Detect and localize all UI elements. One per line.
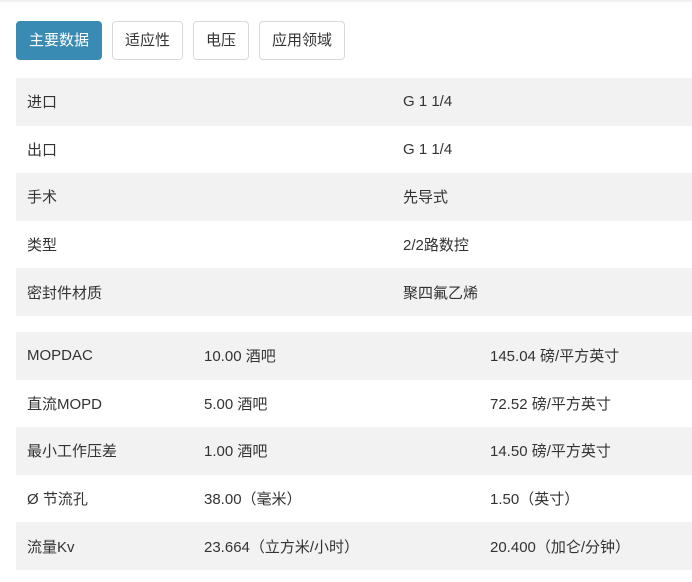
row-label: 进口: [16, 78, 392, 126]
spec-metric-value: 10.00 酒吧: [193, 332, 479, 380]
spec-imperial-value: 1.50（英寸）: [479, 474, 692, 523]
table-row: 最小工作压差 1.00 酒吧 14.50 磅/平方英寸: [16, 427, 692, 475]
row-label: 密封件材质: [16, 268, 392, 316]
tab-applications[interactable]: 应用领域: [259, 21, 346, 60]
spec-label: 流量Kv: [16, 522, 193, 570]
table-row: MOPDAC 10.00 酒吧 145.04 磅/平方英寸: [16, 332, 692, 380]
top-shadow: [0, 0, 692, 3]
spec-metric-value: 23.664（立方米/小时）: [193, 522, 479, 570]
row-value: G 1 1/4: [392, 125, 692, 174]
spec-imperial-value: 20.400（加仑/分钟）: [479, 522, 692, 570]
spec-label: Ø 节流孔: [16, 474, 193, 523]
tab-bar: 主要数据 适应性 电压 应用领域: [16, 21, 346, 60]
spec-imperial-value: 72.52 磅/平方英寸: [479, 379, 692, 428]
row-label: 类型: [16, 220, 392, 269]
pressure-spec-table: MOPDAC 10.00 酒吧 145.04 磅/平方英寸 直流MOPD 5.0…: [16, 332, 692, 570]
table-row: 流量Kv 23.664（立方米/小时） 20.400（加仑/分钟）: [16, 522, 692, 570]
table-row: 类型 2/2路数控: [16, 220, 692, 269]
spec-label: MOPDAC: [16, 332, 193, 380]
spec-label: 最小工作压差: [16, 427, 193, 475]
row-value: 2/2路数控: [392, 220, 692, 269]
row-label: 出口: [16, 125, 392, 174]
spec-imperial-value: 14.50 磅/平方英寸: [479, 427, 692, 475]
spec-label: 直流MOPD: [16, 379, 193, 428]
table-row: Ø 节流孔 38.00（毫米） 1.50（英寸）: [16, 474, 692, 523]
table-row: 进口 G 1 1/4: [16, 78, 692, 126]
spec-metric-value: 1.00 酒吧: [193, 427, 479, 475]
main-data-table: 进口 G 1 1/4 出口 G 1 1/4 手术 先导式 类型 2/2路数控 密…: [16, 78, 692, 316]
row-value: 先导式: [392, 173, 692, 221]
row-value: 聚四氟乙烯: [392, 268, 692, 316]
table-row: 手术 先导式: [16, 173, 692, 221]
tab-voltage[interactable]: 电压: [193, 21, 250, 60]
spec-imperial-value: 145.04 磅/平方英寸: [479, 332, 692, 380]
table-row: 密封件材质 聚四氟乙烯: [16, 268, 692, 316]
row-value: G 1 1/4: [392, 78, 692, 126]
table-row: 出口 G 1 1/4: [16, 125, 692, 174]
row-label: 手术: [16, 173, 392, 221]
tab-adaptability[interactable]: 适应性: [112, 21, 184, 60]
spec-metric-value: 38.00（毫米）: [193, 474, 479, 523]
spec-metric-value: 5.00 酒吧: [193, 379, 479, 428]
tab-main-data[interactable]: 主要数据: [16, 21, 103, 60]
table-row: 直流MOPD 5.00 酒吧 72.52 磅/平方英寸: [16, 379, 692, 428]
